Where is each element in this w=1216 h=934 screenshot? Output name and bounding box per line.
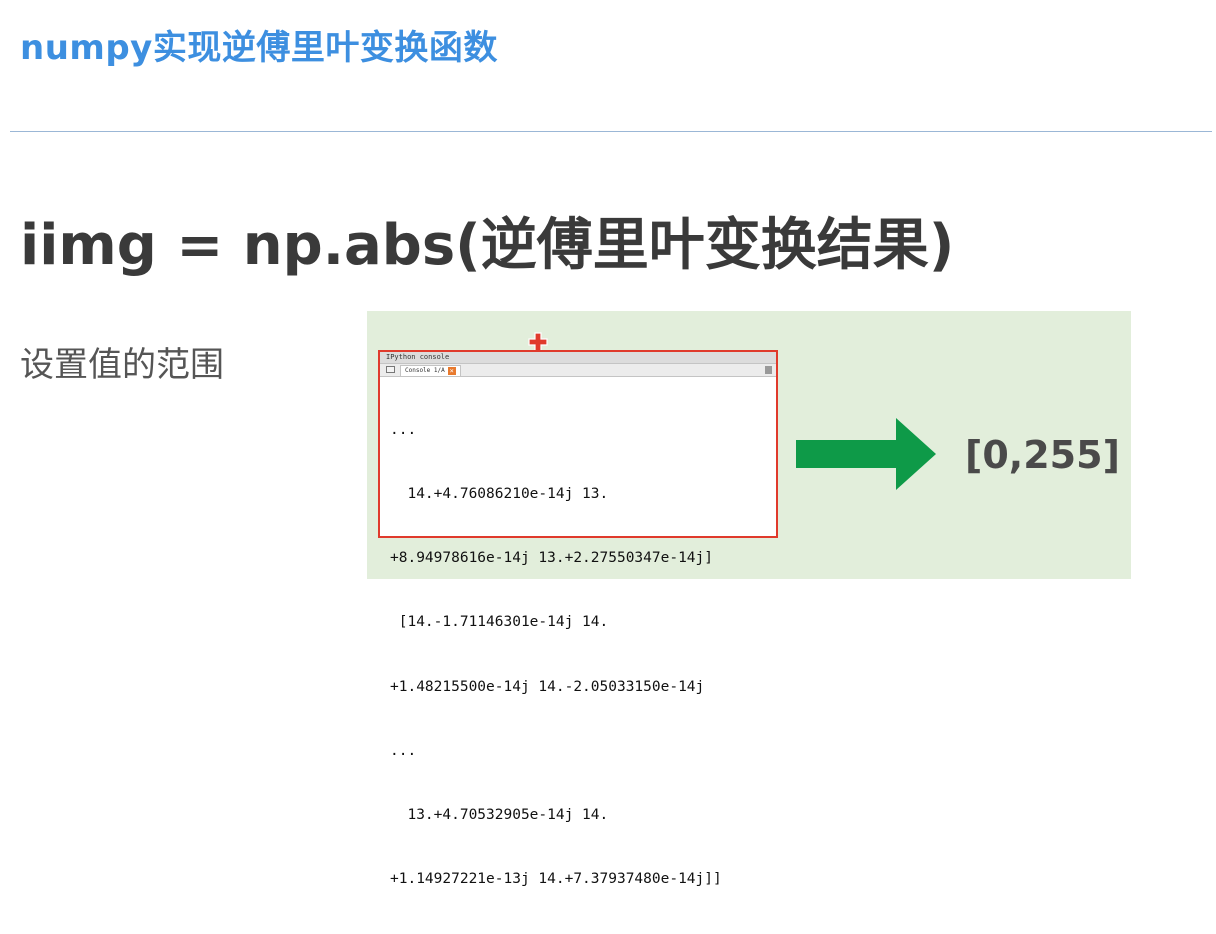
subtitle-text: 设置值的范围 [20, 345, 224, 385]
console-tab-label: Console 1/A [405, 367, 445, 374]
folder-icon[interactable] [386, 366, 395, 373]
page-title: numpy实现逆傅里叶变换函数 [20, 28, 498, 68]
header-divider [10, 131, 1212, 132]
console-tab[interactable]: Console 1/A × [400, 365, 461, 376]
console-window: IPython console Console 1/A × ... 14.+4.7… [378, 350, 778, 887]
cursor-cross-icon [528, 332, 548, 352]
console-line: ... [390, 742, 417, 759]
console-line: 14.+4.76086210e-14j 13. [390, 486, 609, 503]
result-range-label: [0,255] [965, 433, 1120, 477]
tab-close-icon[interactable]: × [447, 366, 456, 375]
console-line: [14.-1.71146301e-14j 14. [390, 614, 609, 631]
console-line: 13.+4.70532905e-14j 14. [390, 807, 609, 824]
right-arrow-icon [796, 418, 936, 490]
console-line: ... [390, 421, 417, 438]
console-line: +1.14927221e-13j 14.+7.37937480e-14j]] [390, 871, 722, 888]
console-line: +1.48215500e-14j 14.-2.05033150e-14j [390, 678, 705, 695]
console-tabbar: Console 1/A × [380, 364, 776, 377]
console-line: +8.94978616e-14j 13.+2.27550347e-14j] [390, 550, 714, 567]
console-titlebar: IPython console [380, 352, 776, 364]
console-output: ... 14.+4.76086210e-14j 13. +8.94978616e… [380, 377, 776, 934]
formula-heading: iimg = np.abs(逆傅里叶变换结果) [20, 213, 955, 278]
console-menu-icon[interactable] [765, 366, 772, 374]
